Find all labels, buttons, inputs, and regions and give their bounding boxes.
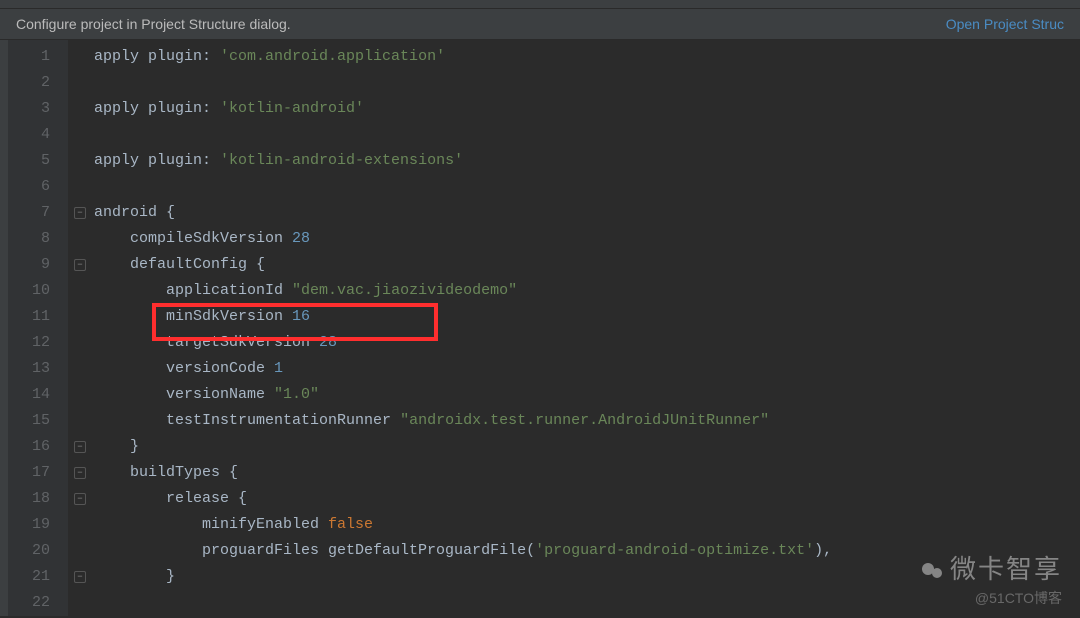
line-number: 22 — [8, 590, 68, 616]
line-number: 18 — [8, 486, 68, 512]
code-area[interactable]: apply plugin: 'com.android.application' a… — [94, 40, 832, 616]
code-line[interactable]: compileSdkVersion 28 — [94, 226, 832, 252]
side-strip — [0, 40, 8, 616]
code-line[interactable]: versionName "1.0" — [94, 382, 832, 408]
line-number: 10 — [8, 278, 68, 304]
code-line[interactable]: minSdkVersion 16 — [94, 304, 832, 330]
notification-bar: Configure project in Project Structure d… — [0, 8, 1080, 40]
code-line[interactable]: apply plugin: 'com.android.application' — [94, 44, 832, 70]
code-editor[interactable]: 12345678910111213141516171819202122 −−−−… — [0, 40, 1080, 616]
code-line[interactable] — [94, 70, 832, 96]
code-line[interactable]: release { — [94, 486, 832, 512]
line-number-gutter: 12345678910111213141516171819202122 — [8, 40, 68, 616]
code-line[interactable]: } — [94, 434, 832, 460]
line-number: 4 — [8, 122, 68, 148]
fold-toggle[interactable]: − — [74, 207, 86, 219]
code-line[interactable]: apply plugin: 'kotlin-android' — [94, 96, 832, 122]
open-project-structure-link[interactable]: Open Project Struc — [946, 16, 1064, 32]
code-line[interactable] — [94, 590, 832, 616]
code-line[interactable]: targetSdkVersion 28 — [94, 330, 832, 356]
fold-toggle[interactable]: − — [74, 441, 86, 453]
code-line[interactable]: defaultConfig { — [94, 252, 832, 278]
code-line[interactable]: testInstrumentationRunner "androidx.test… — [94, 408, 832, 434]
code-line[interactable] — [94, 122, 832, 148]
line-number: 7 — [8, 200, 68, 226]
line-number: 14 — [8, 382, 68, 408]
line-number: 9 — [8, 252, 68, 278]
line-number: 19 — [8, 512, 68, 538]
line-number: 21 — [8, 564, 68, 590]
notification-message: Configure project in Project Structure d… — [16, 16, 291, 32]
line-number: 17 — [8, 460, 68, 486]
line-number: 15 — [8, 408, 68, 434]
code-line[interactable]: } — [94, 564, 832, 590]
line-number: 20 — [8, 538, 68, 564]
fold-toggle[interactable]: − — [74, 467, 86, 479]
line-number: 2 — [8, 70, 68, 96]
code-line[interactable] — [94, 174, 832, 200]
line-number: 1 — [8, 44, 68, 70]
fold-toggle[interactable]: − — [74, 259, 86, 271]
code-line[interactable]: proguardFiles getDefaultProguardFile('pr… — [94, 538, 832, 564]
line-number: 6 — [8, 174, 68, 200]
code-line[interactable]: versionCode 1 — [94, 356, 832, 382]
fold-gutter[interactable]: − − − − − − — [68, 40, 94, 616]
fold-toggle[interactable]: − — [74, 493, 86, 505]
line-number: 8 — [8, 226, 68, 252]
line-number: 3 — [8, 96, 68, 122]
code-line[interactable]: apply plugin: 'kotlin-android-extensions… — [94, 148, 832, 174]
fold-toggle[interactable]: − — [74, 571, 86, 583]
line-number: 11 — [8, 304, 68, 330]
code-line[interactable]: applicationId "dem.vac.jiaozivideodemo" — [94, 278, 832, 304]
code-line[interactable]: android { — [94, 200, 832, 226]
line-number: 5 — [8, 148, 68, 174]
line-number: 13 — [8, 356, 68, 382]
line-number: 16 — [8, 434, 68, 460]
code-line[interactable]: buildTypes { — [94, 460, 832, 486]
editor-tabs-bar[interactable] — [0, 0, 1080, 8]
code-line[interactable]: minifyEnabled false — [94, 512, 832, 538]
line-number: 12 — [8, 330, 68, 356]
